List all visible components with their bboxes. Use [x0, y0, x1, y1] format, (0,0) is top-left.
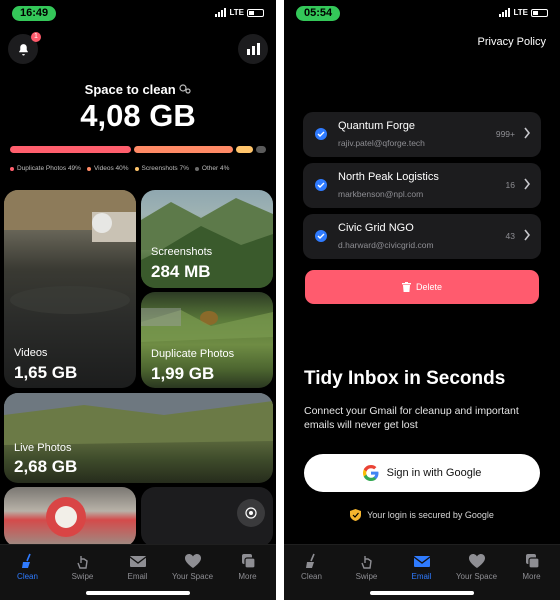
tab-email[interactable]: Email: [394, 553, 449, 581]
hand-swipe-icon: [360, 556, 372, 569]
tab-more[interactable]: More: [220, 553, 275, 581]
chevron-right-icon: [524, 127, 531, 139]
legend-videos: Videos 40%: [86, 165, 129, 172]
other-thumbnail: [46, 497, 86, 537]
account-row[interactable]: Civic Grid NGO d.harward@civicgrid.com 4…: [303, 214, 541, 259]
space-to-clean-value: 4,08 GB: [80, 98, 196, 133]
tab-your-space[interactable]: Your Space: [449, 553, 504, 581]
security-note: Your login is secured by Google: [284, 509, 560, 521]
home-indicator: [370, 591, 474, 595]
duplicate-photos-tile[interactable]: Duplicate Photos 1,99 GB: [141, 292, 273, 388]
account-email: d.harward@civicgrid.com: [338, 240, 434, 250]
live-photos-size: 2,68 GB: [14, 457, 78, 476]
signal-icon: [215, 8, 227, 17]
delete-button[interactable]: Delete: [305, 270, 539, 304]
tab-bar: Clean Swipe Email Your Space More: [284, 544, 560, 600]
duplicates-title: Duplicate Photos: [151, 348, 235, 360]
account-count: 43: [505, 231, 515, 241]
battery-icon: [531, 8, 548, 17]
sign-in-google-button[interactable]: Sign in with Google: [304, 454, 540, 492]
bar-chart-icon: [246, 43, 260, 55]
empty-tile: [141, 487, 273, 547]
notification-badge: 1: [31, 32, 41, 42]
live-photos-tile[interactable]: Live Photos 2,68 GB: [4, 393, 273, 483]
storage-legend: Duplicate Photos 49% Videos 40% Screensh…: [10, 165, 268, 172]
chevron-right-icon: [524, 229, 531, 241]
tab-bar: Clean Swipe Email Your Space More: [0, 544, 276, 600]
account-name: North Peak Logistics: [338, 171, 439, 183]
storage-bar-segment: [10, 146, 131, 153]
videos-title: Videos: [14, 347, 48, 359]
more-squares-icon: [241, 554, 256, 569]
videos-tile[interactable]: Videos 1,65 GB: [4, 190, 136, 388]
network-label: LTE: [513, 8, 528, 17]
duplicates-size: 1,99 GB: [151, 364, 215, 383]
legend-screenshots: Screenshots 7%: [134, 165, 189, 172]
sparkle-icon: [179, 84, 191, 94]
legend-other: Other 4%: [194, 165, 229, 172]
headline: Tidy Inbox in Seconds: [304, 368, 506, 389]
status-bar: 05:54 LTE: [284, 6, 560, 22]
account-row[interactable]: Quantum Forge rajiv.patel@qforge.tech 99…: [303, 112, 541, 157]
tab-more[interactable]: More: [504, 553, 559, 581]
storage-bar-segment: [256, 146, 266, 153]
target-icon: [245, 507, 257, 519]
checkmark-icon[interactable]: [315, 230, 327, 242]
chevron-right-icon: [524, 178, 531, 190]
live-photos-title: Live Photos: [14, 442, 72, 454]
envelope-icon: [413, 556, 430, 567]
tab-your-space[interactable]: Your Space: [165, 553, 220, 581]
screenshots-size: 284 MB: [151, 262, 211, 281]
status-bar: 16:49 LTE: [0, 6, 276, 22]
heart-icon: [184, 554, 201, 568]
broom-icon: [21, 553, 31, 568]
broom-icon: [305, 553, 315, 568]
hand-swipe-icon: [76, 556, 88, 569]
shield-icon: [350, 509, 362, 521]
tab-clean[interactable]: Clean: [284, 553, 339, 581]
bell-icon: [18, 43, 28, 55]
google-g-icon: [362, 465, 379, 481]
account-email: rajiv.patel@qforge.tech: [338, 138, 425, 148]
heart-icon: [468, 554, 485, 568]
more-squares-icon: [525, 554, 540, 569]
account-name: Civic Grid NGO: [338, 222, 414, 234]
stats-button[interactable]: [238, 34, 268, 64]
checkmark-icon[interactable]: [315, 128, 327, 140]
legend-duplicates: Duplicate Photos 49%: [10, 165, 81, 172]
screenshots-tile[interactable]: Screenshots 284 MB: [141, 190, 273, 288]
clean-screen: 16:49 LTE 1 Space to clean 4,08 GB Dupli…: [0, 0, 276, 600]
envelope-icon: [129, 556, 146, 567]
account-count: 999+: [495, 129, 515, 139]
account-email: markbenson@npl.com: [338, 189, 424, 199]
privacy-policy-link[interactable]: Privacy Policy: [478, 36, 546, 48]
videos-size: 1,65 GB: [14, 363, 78, 382]
account-count: 16: [505, 180, 515, 190]
trash-icon: [401, 282, 411, 292]
tab-swipe[interactable]: Swipe: [55, 553, 110, 581]
home-indicator: [86, 591, 190, 595]
tab-clean[interactable]: Clean: [0, 553, 55, 581]
storage-bar-segment: [134, 146, 233, 153]
network-label: LTE: [229, 8, 244, 17]
storage-bar-segment: [236, 146, 253, 153]
tab-email[interactable]: Email: [110, 553, 165, 581]
checkmark-icon[interactable]: [315, 179, 327, 191]
scan-button[interactable]: [237, 499, 265, 527]
other-tile[interactable]: [4, 487, 136, 547]
account-name: Quantum Forge: [338, 120, 416, 132]
battery-icon: [247, 8, 264, 17]
account-row[interactable]: North Peak Logistics markbenson@npl.com …: [303, 163, 541, 208]
space-to-clean-label: Space to clean: [0, 82, 276, 97]
signal-icon: [499, 8, 511, 17]
subtext: Connect your Gmail for cleanup and impor…: [304, 405, 519, 431]
tab-swipe[interactable]: Swipe: [339, 553, 394, 581]
email-screen: 05:54 LTE Privacy Policy Quantum Forge r…: [284, 0, 560, 600]
status-time: 05:54: [296, 6, 341, 21]
status-time: 16:49: [12, 6, 57, 21]
notifications-button[interactable]: 1: [8, 32, 41, 64]
screenshots-title: Screenshots: [151, 246, 213, 258]
storage-bar: [10, 146, 266, 153]
